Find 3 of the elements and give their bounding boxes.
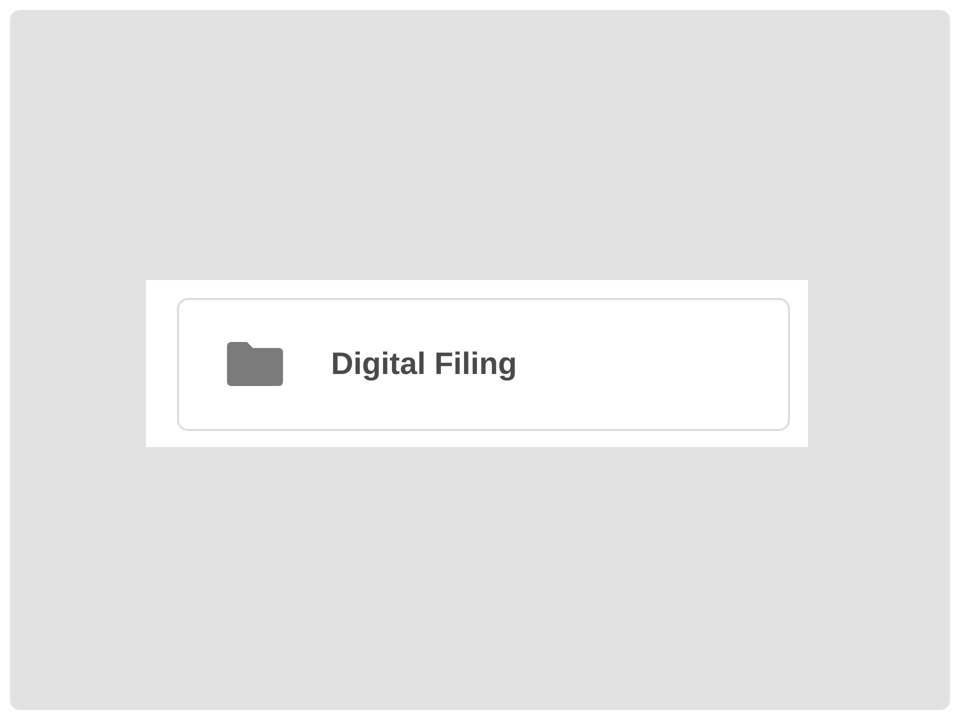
folder-icon bbox=[227, 342, 283, 386]
folder-name: Digital Filing bbox=[331, 346, 517, 382]
folder-card[interactable]: Digital Filing bbox=[177, 298, 790, 430]
